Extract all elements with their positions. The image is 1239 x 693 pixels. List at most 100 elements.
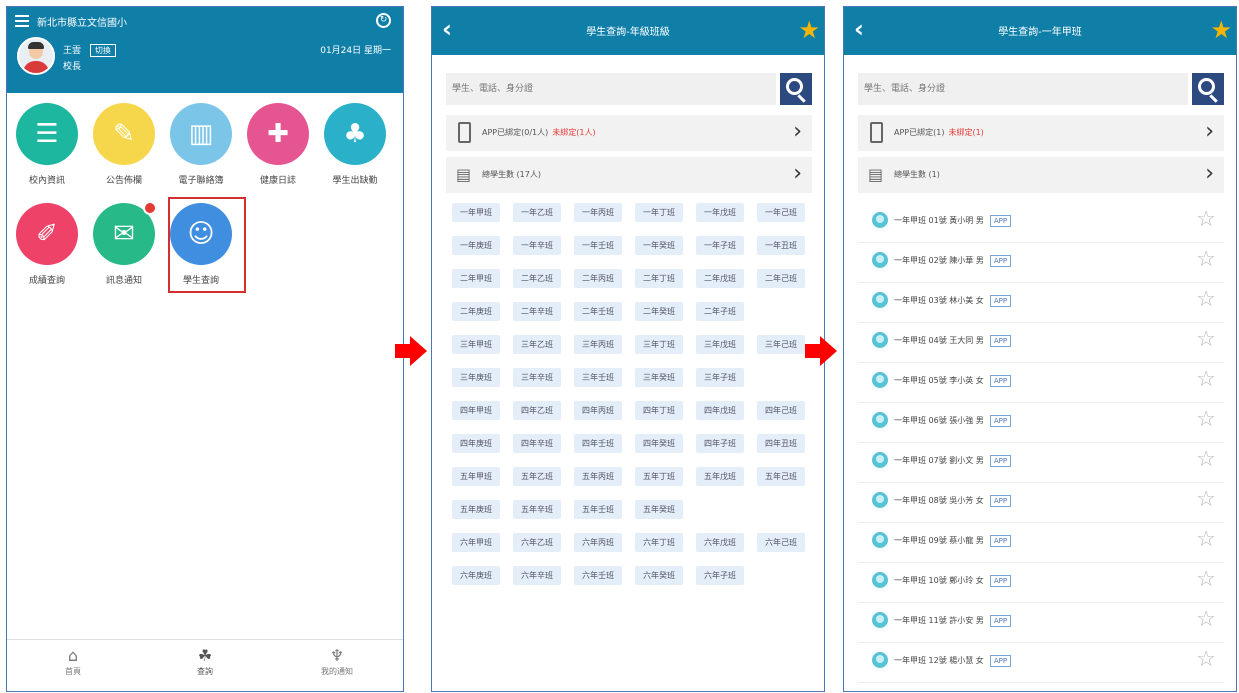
class-chip[interactable]: 二年子班 — [696, 302, 744, 321]
switch-identity-button[interactable]: 切換 — [89, 44, 116, 57]
class-chip[interactable]: 二年甲班 — [452, 269, 500, 288]
favorite-star-icon[interactable]: ★ — [798, 15, 820, 45]
star-outline-icon[interactable]: ☆ — [1196, 247, 1216, 273]
class-chip[interactable]: 二年庚班 — [452, 302, 500, 321]
class-chip[interactable]: 四年子班 — [696, 434, 744, 453]
star-outline-icon[interactable]: ☆ — [1196, 527, 1216, 553]
class-chip[interactable]: 四年丁班 — [635, 401, 683, 420]
search-input[interactable] — [446, 73, 776, 105]
student-row[interactable]: 一年甲班 12號 楊小慧 女 APP ☆ — [858, 643, 1224, 683]
class-chip[interactable]: 三年乙班 — [513, 335, 561, 354]
app-tile[interactable]: ▥ 電子聯絡簿 — [166, 103, 236, 186]
class-chip[interactable]: 四年庚班 — [452, 434, 500, 453]
student-row[interactable]: 一年甲班 08號 吳小芳 女 APP ☆ — [858, 483, 1224, 523]
class-chip[interactable]: 四年辛班 — [513, 434, 561, 453]
class-chip[interactable]: 二年乙班 — [513, 269, 561, 288]
student-row[interactable]: 一年甲班 04號 王大同 男 APP ☆ — [858, 323, 1224, 363]
student-row[interactable]: 一年甲班 11號 許小安 男 APP ☆ — [858, 603, 1224, 643]
star-outline-icon[interactable]: ☆ — [1196, 447, 1216, 473]
app-tile[interactable]: ☰ 校內資訊 — [12, 103, 82, 186]
app-tile[interactable]: ♣ 學生出缺勤 — [320, 103, 390, 186]
class-chip[interactable]: 一年丑班 — [757, 236, 805, 255]
class-chip[interactable]: 六年癸班 — [635, 566, 683, 585]
class-chip[interactable]: 二年辛班 — [513, 302, 561, 321]
star-outline-icon[interactable]: ☆ — [1196, 487, 1216, 513]
refresh-icon[interactable]: ↻ — [376, 13, 391, 28]
class-chip[interactable]: 六年戊班 — [696, 533, 744, 552]
class-chip[interactable]: 三年丁班 — [635, 335, 683, 354]
class-chip[interactable]: 六年庚班 — [452, 566, 500, 585]
class-chip[interactable]: 四年丑班 — [757, 434, 805, 453]
class-chip[interactable]: 一年辛班 — [513, 236, 561, 255]
class-chip[interactable]: 一年丁班 — [635, 203, 683, 222]
class-chip[interactable]: 四年戊班 — [696, 401, 744, 420]
app-binding-row[interactable]: APP已綁定(0/1人) 未綁定(1人) › — [446, 115, 812, 151]
class-chip[interactable]: 五年乙班 — [513, 467, 561, 486]
student-total-row[interactable]: ▤ 總學生數 (1) › — [858, 157, 1224, 193]
star-outline-icon[interactable]: ☆ — [1196, 207, 1216, 233]
class-chip[interactable]: 二年癸班 — [635, 302, 683, 321]
class-chip[interactable]: 三年戊班 — [696, 335, 744, 354]
search-button[interactable] — [1192, 73, 1224, 105]
class-chip[interactable]: 三年癸班 — [635, 368, 683, 387]
class-chip[interactable]: 二年壬班 — [574, 302, 622, 321]
class-chip[interactable]: 六年己班 — [757, 533, 805, 552]
nav-search[interactable]: ☘ 查詢 — [139, 640, 271, 691]
menu-icon[interactable] — [15, 15, 29, 27]
class-chip[interactable]: 六年甲班 — [452, 533, 500, 552]
student-total-row[interactable]: ▤ 總學生數 (17人) › — [446, 157, 812, 193]
class-chip[interactable]: 二年丙班 — [574, 269, 622, 288]
app-tile[interactable]: ✐ 成績查詢 — [12, 203, 82, 286]
class-chip[interactable]: 五年辛班 — [513, 500, 561, 519]
class-chip[interactable]: 三年甲班 — [452, 335, 500, 354]
class-chip[interactable]: 一年壬班 — [574, 236, 622, 255]
class-chip[interactable]: 五年己班 — [757, 467, 805, 486]
class-chip[interactable]: 一年庚班 — [452, 236, 500, 255]
class-chip[interactable]: 二年丁班 — [635, 269, 683, 288]
class-chip[interactable]: 三年辛班 — [513, 368, 561, 387]
search-input[interactable] — [858, 73, 1188, 105]
class-chip[interactable]: 三年庚班 — [452, 368, 500, 387]
student-row[interactable]: 一年甲班 01號 黃小明 男 APP ☆ — [858, 203, 1224, 243]
class-chip[interactable]: 一年乙班 — [513, 203, 561, 222]
student-row[interactable]: 一年甲班 07號 劉小文 男 APP ☆ — [858, 443, 1224, 483]
app-tile[interactable]: ✉ 訊息通知 — [89, 201, 159, 286]
class-chip[interactable]: 五年癸班 — [635, 500, 683, 519]
class-chip[interactable]: 一年己班 — [757, 203, 805, 222]
class-chip[interactable]: 五年庚班 — [452, 500, 500, 519]
class-chip[interactable]: 六年乙班 — [513, 533, 561, 552]
app-tile[interactable]: ✎ 公告佈欄 — [89, 103, 159, 186]
class-chip[interactable]: 五年甲班 — [452, 467, 500, 486]
class-chip[interactable]: 六年壬班 — [574, 566, 622, 585]
class-chip[interactable]: 一年戊班 — [696, 203, 744, 222]
app-tile[interactable]: ✚ 健康日誌 — [243, 103, 313, 186]
class-chip[interactable]: 五年壬班 — [574, 500, 622, 519]
star-outline-icon[interactable]: ☆ — [1196, 287, 1216, 313]
app-binding-row[interactable]: APP已綁定(1) 未綁定(1) › — [858, 115, 1224, 151]
star-outline-icon[interactable]: ☆ — [1196, 367, 1216, 393]
star-outline-icon[interactable]: ☆ — [1196, 647, 1216, 673]
class-chip[interactable]: 四年己班 — [757, 401, 805, 420]
star-outline-icon[interactable]: ☆ — [1196, 327, 1216, 353]
class-chip[interactable]: 三年丙班 — [574, 335, 622, 354]
class-chip[interactable]: 一年子班 — [696, 236, 744, 255]
class-chip[interactable]: 四年甲班 — [452, 401, 500, 420]
class-chip[interactable]: 六年丙班 — [574, 533, 622, 552]
nav-home[interactable]: ⌂ 首頁 — [7, 640, 139, 691]
favorite-star-icon[interactable]: ★ — [1210, 15, 1232, 45]
star-outline-icon[interactable]: ☆ — [1196, 567, 1216, 593]
student-row[interactable]: 一年甲班 03號 林小美 女 APP ☆ — [858, 283, 1224, 323]
class-chip[interactable]: 五年丁班 — [635, 467, 683, 486]
class-chip[interactable]: 三年己班 — [757, 335, 805, 354]
avatar[interactable] — [17, 37, 55, 75]
class-chip[interactable]: 三年子班 — [696, 368, 744, 387]
class-chip[interactable]: 四年乙班 — [513, 401, 561, 420]
class-chip[interactable]: 二年己班 — [757, 269, 805, 288]
class-chip[interactable]: 六年子班 — [696, 566, 744, 585]
class-chip[interactable]: 五年戊班 — [696, 467, 744, 486]
class-chip[interactable]: 六年辛班 — [513, 566, 561, 585]
class-chip[interactable]: 四年癸班 — [635, 434, 683, 453]
class-chip[interactable]: 一年癸班 — [635, 236, 683, 255]
class-chip[interactable]: 三年壬班 — [574, 368, 622, 387]
class-chip[interactable]: 一年丙班 — [574, 203, 622, 222]
